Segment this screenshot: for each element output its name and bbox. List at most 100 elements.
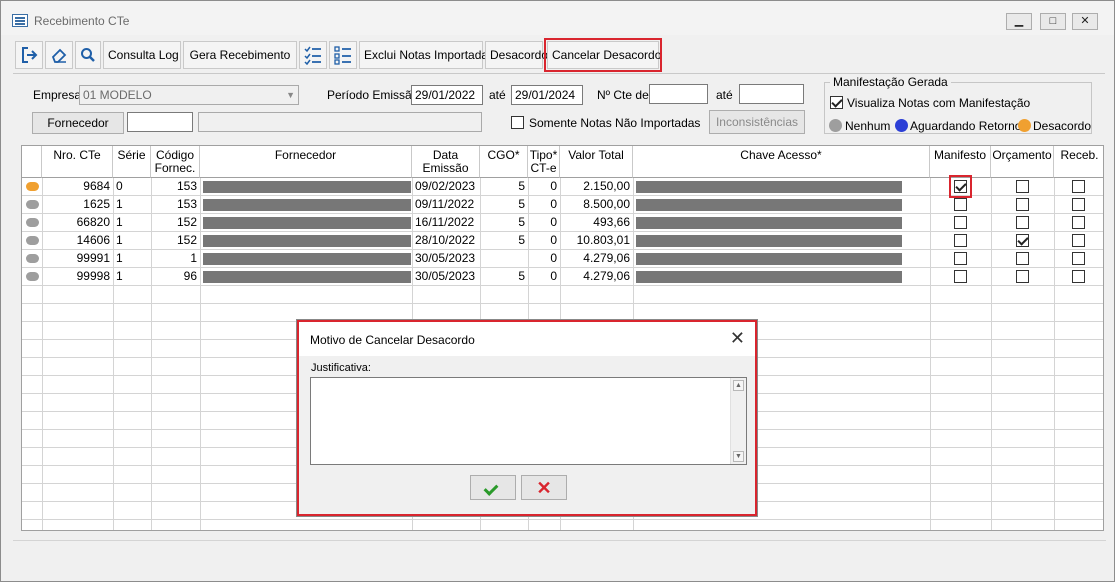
- cell-serie[interactable]: 1: [113, 268, 151, 285]
- cell-valor[interactable]: 8.500,00: [560, 196, 633, 213]
- maximize-button[interactable]: □: [1040, 13, 1066, 30]
- cell-serie[interactable]: 1: [113, 214, 151, 231]
- header-orcamento[interactable]: Orçamento: [991, 146, 1054, 178]
- manifesto-checkbox[interactable]: [954, 198, 967, 211]
- cell-cgo[interactable]: 5: [480, 214, 528, 231]
- confirm-button[interactable]: [470, 475, 516, 500]
- header-data[interactable]: Data Emissão: [412, 146, 480, 178]
- receb-checkbox[interactable]: [1072, 234, 1085, 247]
- periodo-ate-input[interactable]: 29/01/2024: [511, 85, 583, 105]
- cell-codigo[interactable]: 153: [151, 178, 200, 195]
- cell-cgo[interactable]: 5: [480, 268, 528, 285]
- manifesto-checkbox[interactable]: [954, 216, 967, 229]
- cell-data[interactable]: 09/11/2022: [412, 196, 480, 213]
- clear-button[interactable]: [45, 41, 73, 69]
- inconsistencias-button[interactable]: Inconsistências: [709, 110, 805, 134]
- nro-cte-ate-input[interactable]: [739, 84, 804, 104]
- cell-nro-cte[interactable]: 99998: [42, 268, 113, 285]
- header-valor[interactable]: Valor Total: [560, 146, 633, 178]
- header-codigo[interactable]: Código Fornec.: [151, 146, 200, 178]
- orcamento-checkbox[interactable]: [1016, 252, 1029, 265]
- justificativa-textarea[interactable]: ▲ ▼: [310, 377, 747, 465]
- cell-data[interactable]: 28/10/2022: [412, 232, 480, 249]
- cell-tipo[interactable]: 0: [528, 214, 560, 231]
- header-chave[interactable]: Chave Acesso*: [633, 146, 930, 178]
- cell-data[interactable]: 16/11/2022: [412, 214, 480, 231]
- cell-tipo[interactable]: 0: [528, 178, 560, 195]
- somente-notas-checkbox[interactable]: [511, 116, 524, 129]
- cell-tipo[interactable]: 0: [528, 268, 560, 285]
- header-receb[interactable]: Receb.: [1054, 146, 1103, 178]
- orcamento-checkbox[interactable]: [1016, 216, 1029, 229]
- header-fornecedor[interactable]: Fornecedor: [200, 146, 412, 178]
- orcamento-checkbox[interactable]: [1016, 234, 1029, 247]
- cell-nro-cte[interactable]: 1625: [42, 196, 113, 213]
- cancelar-desacordo-button[interactable]: Cancelar Desacordo: [544, 38, 662, 72]
- manifesto-checkbox[interactable]: [954, 234, 967, 247]
- cell-codigo[interactable]: 96: [151, 268, 200, 285]
- cell-cgo[interactable]: 5: [480, 178, 528, 195]
- exclui-notas-button[interactable]: Exclui Notas Importadas: [359, 41, 494, 69]
- empresa-select[interactable]: 01 MODELO ▼: [79, 85, 299, 105]
- cell-codigo[interactable]: 152: [151, 232, 200, 249]
- nro-cte-de-input[interactable]: [649, 84, 708, 104]
- cell-cgo[interactable]: [480, 250, 528, 267]
- cell-serie[interactable]: 1: [113, 196, 151, 213]
- cell-tipo[interactable]: 0: [528, 232, 560, 249]
- cell-valor[interactable]: 4.279,06: [560, 250, 633, 267]
- cell-codigo[interactable]: 153: [151, 196, 200, 213]
- cell-codigo[interactable]: 152: [151, 214, 200, 231]
- cell-cgo[interactable]: 5: [480, 232, 528, 249]
- orcamento-checkbox[interactable]: [1016, 180, 1029, 193]
- dialog-close-icon[interactable]: ✕: [730, 328, 745, 349]
- header-cgo[interactable]: CGO*: [480, 146, 528, 178]
- header-manifesto[interactable]: Manifesto: [930, 146, 991, 178]
- gera-recebimento-button[interactable]: Gera Recebimento: [183, 41, 297, 69]
- cell-valor[interactable]: 10.803,01: [560, 232, 633, 249]
- manifesto-checkbox[interactable]: [954, 252, 967, 265]
- cell-nro-cte[interactable]: 66820: [42, 214, 113, 231]
- cell-nro-cte[interactable]: 99991: [42, 250, 113, 267]
- cell-nro-cte[interactable]: 9684: [42, 178, 113, 195]
- cell-serie[interactable]: 1: [113, 232, 151, 249]
- receb-checkbox[interactable]: [1072, 180, 1085, 193]
- receb-checkbox[interactable]: [1072, 216, 1085, 229]
- orcamento-checkbox[interactable]: [1016, 270, 1029, 283]
- receb-checkbox[interactable]: [1072, 252, 1085, 265]
- cell-cgo[interactable]: 5: [480, 196, 528, 213]
- header-serie[interactable]: Série: [113, 146, 151, 178]
- fornecedor-code-input[interactable]: [127, 112, 193, 132]
- cell-nro-cte[interactable]: 14606: [42, 232, 113, 249]
- cell-valor[interactable]: 2.150,00: [560, 178, 633, 195]
- checklist-button[interactable]: [299, 41, 327, 69]
- cell-data[interactable]: 09/02/2023: [412, 178, 480, 195]
- orcamento-checkbox[interactable]: [1016, 198, 1029, 211]
- visualiza-notas-checkbox[interactable]: [830, 96, 843, 109]
- search-button[interactable]: [75, 41, 101, 69]
- scroll-down-icon[interactable]: ▼: [733, 451, 744, 462]
- header-tipo[interactable]: Tipo* CT-e: [528, 146, 560, 178]
- cell-valor[interactable]: 4.279,06: [560, 268, 633, 285]
- exit-button[interactable]: [15, 41, 43, 69]
- minimize-button[interactable]: ▁: [1006, 13, 1032, 30]
- header-nro-cte[interactable]: Nro. CTe: [42, 146, 113, 178]
- cell-codigo[interactable]: 1: [151, 250, 200, 267]
- list-button[interactable]: [329, 41, 357, 69]
- receb-checkbox[interactable]: [1072, 198, 1085, 211]
- scroll-up-icon[interactable]: ▲: [733, 380, 744, 391]
- receb-checkbox[interactable]: [1072, 270, 1085, 283]
- cell-serie[interactable]: 0: [113, 178, 151, 195]
- justificativa-scrollbar[interactable]: ▲ ▼: [730, 378, 746, 464]
- consulta-log-button[interactable]: Consulta Log: [103, 41, 181, 69]
- cancel-button[interactable]: ✕: [521, 475, 567, 500]
- close-window-button[interactable]: ✕: [1072, 13, 1098, 30]
- cell-tipo[interactable]: 0: [528, 196, 560, 213]
- cell-valor[interactable]: 493,66: [560, 214, 633, 231]
- desacordo-button[interactable]: Desacordo: [485, 41, 548, 69]
- fornecedor-button[interactable]: Fornecedor: [32, 112, 124, 134]
- cell-data[interactable]: 30/05/2023: [412, 250, 480, 267]
- periodo-de-input[interactable]: 29/01/2022: [411, 85, 483, 105]
- cell-serie[interactable]: 1: [113, 250, 151, 267]
- cell-data[interactable]: 30/05/2023: [412, 268, 480, 285]
- manifesto-checkbox[interactable]: [954, 270, 967, 283]
